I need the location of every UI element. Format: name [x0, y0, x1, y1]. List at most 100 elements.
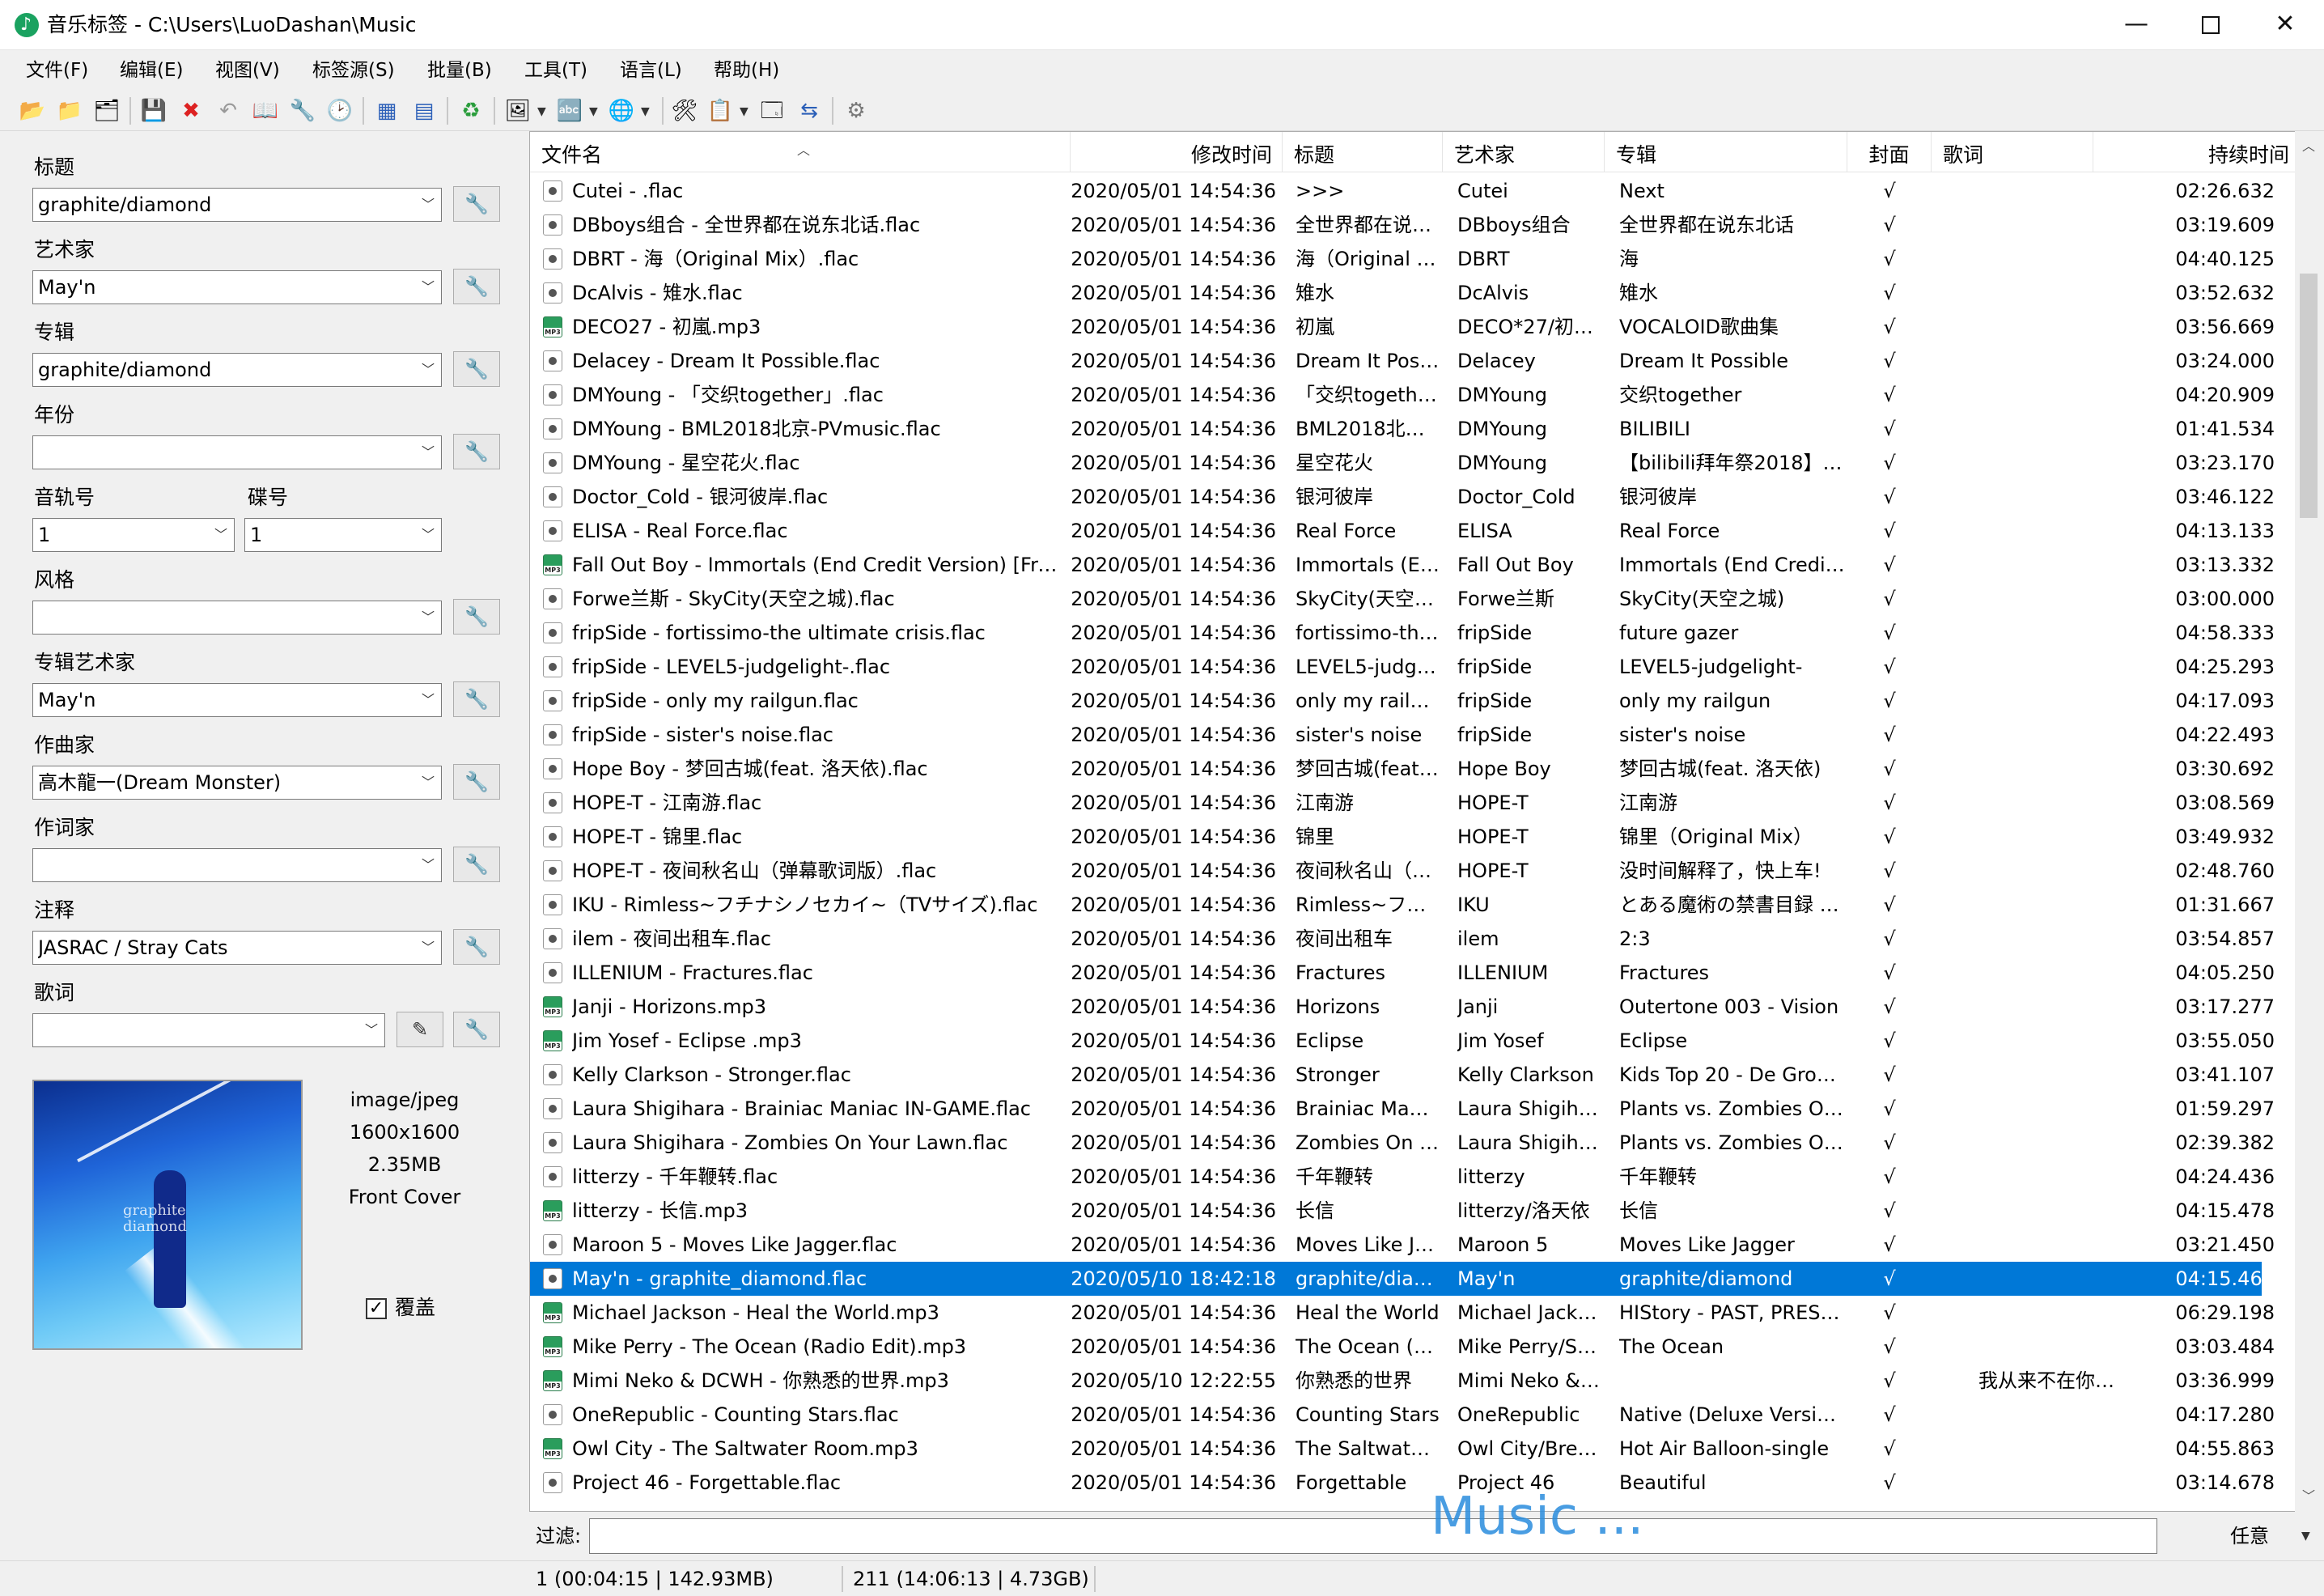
chevron-down-icon[interactable]: ▼	[641, 100, 650, 123]
refresh-time-icon[interactable]: 🕑	[325, 97, 354, 125]
table-row[interactable]: Jim Yosef - Eclipse .mp3 2020/05/01 14:54…	[530, 1024, 2275, 1058]
chevron-down-icon[interactable]: ﹀	[415, 932, 441, 964]
album-combo[interactable]: graphite/diamond ﹀	[32, 353, 442, 387]
artist-combo[interactable]: May'n ﹀	[32, 270, 442, 304]
menu-tag-source[interactable]: 标签源(S)	[312, 53, 395, 87]
table-row[interactable]: DcAlvis - 雉水.flac 2020/05/01 14:54:36 雉水 Dc…	[530, 276, 2275, 310]
scroll-up-icon[interactable]: ︿	[2295, 133, 2322, 160]
title-combo[interactable]: graphite/diamond ﹀	[32, 188, 442, 222]
column-header-lyrics[interactable]: 歌词	[1932, 132, 2093, 172]
column-header-album[interactable]: 专辑	[1605, 132, 1847, 172]
table-row[interactable]: ILLENIUM - Fractures.flac 2020/05/01 14:5…	[530, 956, 2275, 990]
table-row[interactable]: Cutei - .flac 2020/05/01 14:54:36 >>> Cutei…	[530, 174, 2275, 208]
chevron-down-icon[interactable]: ﹀	[415, 189, 441, 221]
comment-combo[interactable]: JASRAC / Stray Cats ﹀	[32, 931, 442, 965]
close-button[interactable]: ✕	[2248, 0, 2322, 49]
text-format-icon[interactable]: 🔤	[555, 97, 584, 125]
chevron-down-icon[interactable]: ▼	[740, 100, 749, 123]
table-row[interactable]: IKU - Rimless~フチナシノセカイ~（TVサイズ).flac 2020/…	[530, 888, 2275, 922]
disc-combo[interactable]: 1 ﹀	[244, 518, 442, 552]
chevron-down-icon[interactable]: ﹀	[415, 766, 441, 799]
column-header-cover[interactable]: 封面	[1847, 132, 1932, 172]
table-row[interactable]: Fall Out Boy - Immortals (End Credit Ver…	[530, 548, 2275, 582]
cover-art-image[interactable]: graphite diamond	[32, 1080, 303, 1350]
column-header-title[interactable]: 标题	[1283, 132, 1443, 172]
table-row[interactable]: Owl City - The Saltwater Room.mp3 2020/05…	[530, 1432, 2275, 1466]
lyricist-tool-button[interactable]: 🔧	[453, 847, 500, 882]
chevron-down-icon[interactable]: ﹀	[208, 519, 234, 551]
file-list-scrollbar[interactable]: ︿ ﹀	[2295, 131, 2322, 1512]
chevron-down-icon[interactable]: ▼	[589, 100, 598, 123]
table-row[interactable]: DBboys组合 - 全世界都在说东北话.flac 2020/05/01 14:5…	[530, 208, 2275, 242]
genre-combo[interactable]: ﹀	[32, 601, 442, 635]
lyrics-edit-button[interactable]: ✎	[397, 1012, 443, 1047]
table-row[interactable]: Mimi Neko & DCWH - 你熟悉的世界.mp3 2020/05/10 …	[530, 1364, 2275, 1398]
table-row[interactable]: Mike Perry - The Ocean (Radio Edit).mp3 2…	[530, 1330, 2275, 1364]
save-icon[interactable]: 💾	[139, 97, 168, 125]
delete-icon[interactable]: ✖	[176, 97, 206, 125]
chevron-down-icon[interactable]: ▼	[2301, 1518, 2310, 1554]
table-row[interactable]: DMYoung - 星空花火.flac 2020/05/01 14:54:36 星空…	[530, 446, 2275, 480]
table-row[interactable]: litterzy - 千年鞭转.flac 2020/05/01 14:54:36 千…	[530, 1160, 2275, 1194]
album-artist-tool-button[interactable]: 🔧	[453, 681, 500, 717]
table-row[interactable]: Janji - Horizons.mp3 2020/05/01 14:54:36 H…	[530, 990, 2275, 1024]
column-header-artist[interactable]: 艺术家	[1443, 132, 1605, 172]
minimize-button[interactable]: —	[2099, 0, 2173, 49]
menu-help[interactable]: 帮助(H)	[714, 53, 779, 87]
settings-gear-icon[interactable]: ⚙	[842, 97, 871, 125]
book-icon[interactable]: 📖	[251, 97, 280, 125]
table-row[interactable]: HOPE-T - 锦里.flac 2020/05/01 14:54:36 锦里 HOP…	[530, 820, 2275, 854]
year-combo[interactable]: ﹀	[32, 435, 442, 469]
chevron-down-icon[interactable]: ▼	[537, 100, 546, 123]
open-folder-icon[interactable]: 📂	[18, 97, 47, 125]
chevron-down-icon[interactable]: ﹀	[415, 436, 441, 469]
image-icon[interactable]: 🖼	[503, 97, 532, 125]
table-row[interactable]: HOPE-T - 夜间秋名山（弹幕歌词版）.flac 2020/05/01 14:…	[530, 854, 2275, 888]
column-header-modified[interactable]: 修改时间	[1071, 132, 1283, 172]
maximize-button[interactable]	[2173, 0, 2248, 49]
table-row[interactable]: DMYoung - 「交织together」.flac 2020/05/01 14…	[530, 378, 2275, 412]
scroll-down-icon[interactable]: ﹀	[2295, 1483, 2322, 1510]
wrench-icon[interactable]: 🔧	[288, 97, 317, 125]
table-row[interactable]: Maroon 5 - Moves Like Jagger.flac 2020/05…	[530, 1228, 2275, 1262]
track-combo[interactable]: 1 ﹀	[32, 518, 235, 552]
table-row[interactable]: DMYoung - BML2018北京-PVmusic.flac 2020/05/…	[530, 412, 2275, 446]
table-row[interactable]: fripSide - fortissimo-the ultimate crisi…	[530, 616, 2275, 650]
title-tool-button[interactable]: 🔧	[453, 186, 500, 222]
menu-tools[interactable]: 工具(T)	[524, 53, 587, 87]
undo-icon[interactable]: ↶	[214, 97, 243, 125]
filter-scope-select[interactable]: 任意 ▼	[2169, 1518, 2322, 1554]
overwrite-checkbox[interactable]: ✓	[366, 1298, 387, 1319]
chevron-down-icon[interactable]: ﹀	[415, 684, 441, 716]
table-row[interactable]: Kelly Clarkson - Stronger.flac 2020/05/01…	[530, 1058, 2275, 1092]
table-row[interactable]: Hope Boy - 梦回古城(feat. 洛天依).flac 2020/05/0…	[530, 752, 2275, 786]
album-artist-combo[interactable]: May'n ﹀	[32, 683, 442, 717]
filter-input[interactable]	[589, 1518, 2157, 1554]
table-row[interactable]: fripSide - only my railgun.flac 2020/05/0…	[530, 684, 2275, 718]
table-row[interactable]: DECO27 - 初嵐.mp3 2020/05/01 14:54:36 初嵐 DECO…	[530, 310, 2275, 344]
table-row[interactable]: ilem - 夜间出租车.flac 2020/05/01 14:54:36 夜间出租…	[530, 922, 2275, 956]
menu-view[interactable]: 视图(V)	[215, 53, 280, 87]
table-row[interactable]: Laura Shigihara - Zombies On Your Lawn.f…	[530, 1126, 2275, 1160]
table-row[interactable]: ELISA - Real Force.flac 2020/05/01 14:54:…	[530, 514, 2275, 548]
table-row[interactable]: litterzy - 长信.mp3 2020/05/01 14:54:36 长信 li…	[530, 1194, 2275, 1228]
table-row[interactable]: Doctor_Cold - 银河彼岸.flac 2020/05/01 14:54:…	[530, 480, 2275, 514]
copy-icon[interactable]: 📋	[706, 97, 735, 125]
column-header-duration[interactable]: 持续时间	[2093, 132, 2296, 172]
artist-tool-button[interactable]: 🔧	[453, 269, 500, 304]
table-row[interactable]: May'n - graphite_diamond.flac 2020/05/10 …	[530, 1262, 2275, 1296]
chevron-down-icon[interactable]: ﹀	[415, 519, 441, 551]
table-row[interactable]: DBRT - 海（Original Mix）.flac 2020/05/01 14…	[530, 242, 2275, 276]
menu-batch[interactable]: 批量(B)	[427, 53, 492, 87]
chevron-down-icon[interactable]: ﹀	[415, 601, 441, 634]
composer-tool-button[interactable]: 🔧	[453, 764, 500, 800]
composer-combo[interactable]: 高木龍一(Dream Monster) ﹀	[32, 766, 442, 800]
convert-icon[interactable]: ♻	[456, 97, 486, 125]
table-row[interactable]: HOPE-T - 江南游.flac 2020/05/01 14:54:36 江南游 H…	[530, 786, 2275, 820]
scrollbar-thumb[interactable]	[2300, 274, 2318, 518]
table-row[interactable]: Forwe兰斯 - SkyCity(天空之城).flac 2020/05/01 1…	[530, 582, 2275, 616]
table-row[interactable]: fripSide - sister's noise.flac 2020/05/01…	[530, 718, 2275, 752]
table-row[interactable]: OneRepublic - Counting Stars.flac 2020/05…	[530, 1398, 2275, 1432]
window-icon[interactable]: 🗔	[757, 97, 787, 125]
tag-source-icon[interactable]: 🌐	[607, 97, 636, 125]
